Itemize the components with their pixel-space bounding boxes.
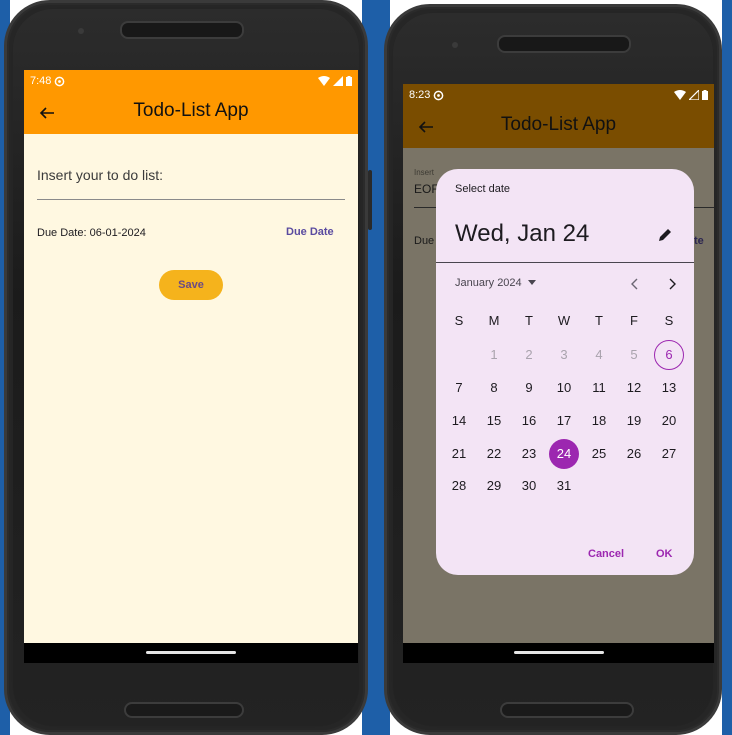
calendar-day[interactable]: 14 bbox=[444, 406, 474, 436]
calendar-day[interactable]: 28 bbox=[444, 471, 474, 501]
battery-icon bbox=[702, 90, 708, 100]
wifi-icon bbox=[318, 76, 330, 86]
weekday-header: M bbox=[488, 313, 500, 328]
calendar-day[interactable]: 16 bbox=[514, 406, 544, 436]
calendar-day-disabled: 5 bbox=[630, 347, 638, 362]
todo-input-label: Insert bbox=[414, 168, 435, 177]
status-bar: 8:23 bbox=[403, 84, 714, 106]
app-title: Todo-List App bbox=[133, 100, 249, 121]
bottom-speaker bbox=[124, 702, 244, 718]
calendar-day[interactable]: 25 bbox=[584, 439, 614, 469]
calendar-day[interactable]: 27 bbox=[654, 439, 684, 469]
app-bar: Todo-List App bbox=[24, 92, 358, 134]
calendar-day[interactable]: 13 bbox=[654, 373, 684, 403]
date-picker-dialog: Select date Wed, Jan 24 January 2024 S M… bbox=[436, 169, 694, 575]
calendar-day[interactable]: 17 bbox=[549, 406, 579, 436]
calendar-day[interactable]: 9 bbox=[514, 373, 544, 403]
calendar-day[interactable]: 8 bbox=[479, 373, 509, 403]
due-date-text: Due Date: 06-01-2024 bbox=[37, 227, 146, 239]
calendar-day-disabled: 4 bbox=[595, 347, 603, 362]
weekday-header: S bbox=[454, 313, 464, 328]
status-bar: 7:48 bbox=[24, 70, 358, 92]
todo-input-label[interactable]: Insert your to do list: bbox=[37, 167, 163, 183]
previous-month-icon[interactable] bbox=[628, 277, 642, 291]
battery-icon bbox=[346, 76, 352, 86]
due-date-button[interactable]: Due Date bbox=[286, 226, 334, 238]
calendar-day-today[interactable]: 6 bbox=[654, 340, 684, 370]
dialog-header: Select date bbox=[455, 183, 511, 195]
dialog-divider bbox=[436, 262, 694, 263]
calendar-day[interactable]: 15 bbox=[479, 406, 509, 436]
month-year-selector[interactable]: January 2024 bbox=[455, 277, 536, 289]
system-navigation-bar bbox=[24, 643, 358, 663]
camera-icon bbox=[78, 28, 84, 34]
calendar-day[interactable]: 21 bbox=[444, 439, 474, 469]
ok-button[interactable]: OK bbox=[656, 548, 673, 560]
due-date-button: te bbox=[694, 235, 704, 247]
weekday-header: S bbox=[664, 313, 674, 328]
calendar-day[interactable]: 30 bbox=[514, 471, 544, 501]
weekday-header: W bbox=[557, 313, 571, 328]
save-button[interactable]: Save bbox=[159, 270, 223, 300]
dropdown-arrow-icon bbox=[527, 280, 536, 285]
calendar-day[interactable]: 22 bbox=[479, 439, 509, 469]
calendar-day-disabled: 2 bbox=[525, 347, 533, 362]
right-screen: 8:23 Todo-List App Insert EOF Due te Sel… bbox=[403, 84, 714, 663]
left-screen: 7:48 Todo-List App Insert your to do lis… bbox=[24, 70, 358, 663]
weekday-header: T bbox=[595, 313, 603, 328]
home-indicator[interactable] bbox=[513, 651, 604, 654]
camera-icon bbox=[452, 42, 458, 48]
selected-date: Wed, Jan 24 bbox=[455, 220, 590, 247]
weekday-header: F bbox=[630, 313, 638, 328]
calendar-day[interactable]: 31 bbox=[549, 471, 579, 501]
settings-status-icon bbox=[55, 76, 65, 86]
earpiece-speaker bbox=[120, 21, 244, 39]
calendar-day-disabled: 1 bbox=[490, 347, 498, 362]
due-date-text: Due bbox=[414, 235, 435, 247]
todo-input-value: EOF bbox=[414, 182, 439, 196]
app-title: Todo-List App bbox=[500, 114, 617, 135]
status-time: 7:48 bbox=[30, 75, 52, 87]
next-month-icon[interactable] bbox=[665, 277, 679, 291]
cancel-button[interactable]: Cancel bbox=[588, 548, 624, 560]
app-bar: Todo-List App bbox=[403, 106, 714, 148]
weekday-header: T bbox=[525, 313, 533, 328]
settings-status-icon bbox=[434, 90, 444, 100]
calendar-day[interactable]: 12 bbox=[619, 373, 649, 403]
calendar-day[interactable]: 23 bbox=[514, 439, 544, 469]
calendar-day-disabled: 3 bbox=[560, 347, 568, 362]
calendar-day[interactable]: 29 bbox=[479, 471, 509, 501]
calendar-day[interactable]: 11 bbox=[584, 373, 614, 403]
todo-input-underline bbox=[37, 199, 345, 200]
system-navigation-bar bbox=[403, 643, 714, 663]
calendar-day[interactable]: 26 bbox=[619, 439, 649, 469]
signal-icon bbox=[333, 76, 343, 86]
status-time: 8:23 bbox=[409, 89, 431, 101]
calendar-day[interactable]: 7 bbox=[444, 373, 474, 403]
calendar-day[interactable]: 20 bbox=[654, 406, 684, 436]
home-indicator[interactable] bbox=[146, 651, 236, 654]
wifi-icon bbox=[674, 90, 686, 100]
edit-icon[interactable] bbox=[657, 227, 673, 243]
calendar-day[interactable]: 10 bbox=[549, 373, 579, 403]
calendar-day[interactable]: 18 bbox=[584, 406, 614, 436]
bottom-speaker bbox=[500, 702, 634, 718]
calendar-day-selected[interactable]: 24 bbox=[549, 439, 579, 469]
background-strip bbox=[722, 0, 732, 735]
calendar-day[interactable]: 19 bbox=[619, 406, 649, 436]
earpiece-speaker bbox=[497, 35, 631, 53]
signal-icon bbox=[689, 90, 699, 100]
month-year-label: January 2024 bbox=[455, 277, 522, 289]
